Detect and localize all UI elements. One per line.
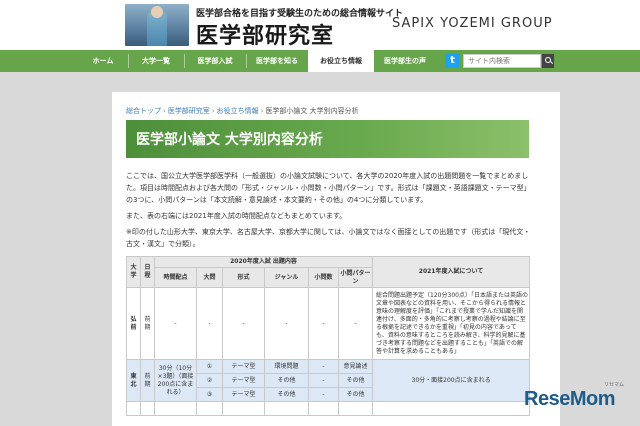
cell-format: テーマ型 <box>222 359 265 374</box>
search-icon-handle <box>549 61 554 65</box>
cell-univ: 東北 <box>126 359 141 402</box>
nav-item-student-voices[interactable]: 医学部生の声 <box>374 50 436 72</box>
table-row <box>126 401 531 416</box>
page-title-banner: 医学部小論文 大学別内容分析 <box>126 120 529 158</box>
site-title[interactable]: 医学部研究室 <box>196 18 334 50</box>
cell-shomon-pattern: その他 <box>337 387 374 402</box>
cell-daimon: - <box>196 287 223 360</box>
intro-paragraph: ここでは、国公立大学医学部医学科（一般選抜）の小論文試験について、各大学の202… <box>126 172 531 204</box>
cell-univ: 弘前 <box>126 287 141 360</box>
header-genre: ジャンル <box>264 267 309 288</box>
header-shomon-count: 小問数 <box>308 267 339 288</box>
cell-format: テーマ型 <box>222 387 265 402</box>
note-marked-paragraph: ※印の付した山形大学、東京大学、名古屋大学、京都大学に関しては、小論文ではなく面… <box>126 228 531 248</box>
header-2021: 2021年度入試について <box>372 256 531 288</box>
cell-format: テーマ型 <box>222 373 265 388</box>
breadcrumb: 総合トップ › 医学部研究室 › お役立ち情報 › 医学部小論文 大学別内容分析 <box>126 106 359 116</box>
cell-genre: その他 <box>264 373 309 388</box>
header-group-2020: 2020年度入試 出題内容 <box>153 256 374 268</box>
twitter-icon[interactable]: t <box>445 53 460 68</box>
breadcrumb-link-lab[interactable]: 医学部研究室 <box>168 107 210 115</box>
cell-schedule <box>140 401 155 416</box>
cell-time-score: 30分（10分×3題）（面接200点に含まれる） <box>154 359 197 402</box>
cell-schedule: 前期 <box>140 359 155 402</box>
cell-genre: - <box>264 287 309 360</box>
cell-format <box>222 401 265 416</box>
cell-daimon: ③ <box>196 387 223 402</box>
nav-item-entrance-exam[interactable]: 医学部入試 <box>184 50 246 72</box>
watermark-caption: リセマム <box>604 382 625 388</box>
analysis-table: 大学 日程 2020年度入試 出題内容 2021年度入試について 時間配点 大問… <box>126 256 531 416</box>
cell-shomon-pattern <box>337 401 374 416</box>
header-format: 形式 <box>222 267 265 288</box>
cell-time-score <box>154 401 197 416</box>
cell-genre <box>264 401 309 416</box>
cell-shomon-count: - <box>308 287 339 360</box>
cell-shomon-count: - <box>308 373 339 388</box>
header-daimon: 大問 <box>196 267 223 288</box>
logo-photo[interactable] <box>125 4 189 46</box>
content-panel: 総合トップ › 医学部研究室 › お役立ち情報 › 医学部小論文 大学別内容分析 医学部小論… <box>112 92 560 426</box>
resemom-logo: ReseMom <box>524 388 615 410</box>
search-input[interactable] <box>463 54 541 68</box>
cell-shomon-pattern: 意見論述 <box>337 359 374 374</box>
cell-schedule: 前期 <box>140 287 155 360</box>
breadcrumb-link-useful[interactable]: お役立ち情報 <box>217 107 259 115</box>
cell-daimon: ② <box>196 373 223 388</box>
breadcrumb-separator: › <box>211 107 215 115</box>
cell-2021-note: 30分・面接200点に含まれる <box>372 359 531 402</box>
cell-genre: その他 <box>264 387 309 402</box>
page-title: 医学部小論文 大学別内容分析 <box>136 132 323 148</box>
header-univ: 大学 <box>126 256 141 288</box>
header-shomon-pattern: 小問パターン <box>337 267 374 288</box>
cell-genre: 環境問題 <box>264 359 309 374</box>
cell-2021-note <box>372 401 531 416</box>
nav-item-university-list[interactable]: 大学一覧 <box>128 50 184 72</box>
cell-shomon-pattern: その他 <box>337 373 374 388</box>
breadcrumb-current: 医学部小論文 大学別内容分析 <box>265 107 359 115</box>
cell-daimon: ① <box>196 359 223 374</box>
cell-time-score: - <box>154 287 197 360</box>
cell-format: - <box>222 287 265 360</box>
breadcrumb-separator: › <box>163 107 166 115</box>
table-row: 東北 前期 30分（10分×3題）（面接200点に含まれる） ① テーマ型 環境… <box>126 359 531 402</box>
cell-2021-note: 総合問題出題予定（120分300点）「日本語または英語の文章や図表などの資料を用… <box>372 287 531 360</box>
search-button[interactable] <box>542 54 554 68</box>
cell-univ <box>126 401 141 416</box>
nav-item-useful-info[interactable]: お役立ち情報 <box>308 50 374 72</box>
cell-shomon-count: - <box>308 387 339 402</box>
cell-daimon <box>196 401 223 416</box>
nav-item-about-medicine[interactable]: 医学部を知る <box>246 50 308 72</box>
doctor-head <box>151 6 163 18</box>
cell-shomon-count <box>308 401 339 416</box>
header-time-score: 時間配点 <box>154 267 197 288</box>
cell-shomon-pattern: - <box>337 287 374 360</box>
site-header: 医学部合格を目指す受験生のための総合情報サイト 医学部研究室 SAPIX YOZ… <box>0 0 640 50</box>
breadcrumb-link-top[interactable]: 総合トップ <box>126 107 161 115</box>
header-schedule: 日程 <box>140 256 155 288</box>
cell-shomon-count: - <box>308 359 339 374</box>
table-row: 弘前 前期 - - - - - - 総合問題出題予定（120分300点）「日本語… <box>126 287 531 360</box>
note-2021-paragraph: また、表の右端には2021年度入試の時間配点などもまとめています。 <box>126 212 347 220</box>
nav-item-home[interactable]: ホーム <box>78 50 128 72</box>
group-logo[interactable]: SAPIX YOZEMI GROUP <box>392 16 553 31</box>
